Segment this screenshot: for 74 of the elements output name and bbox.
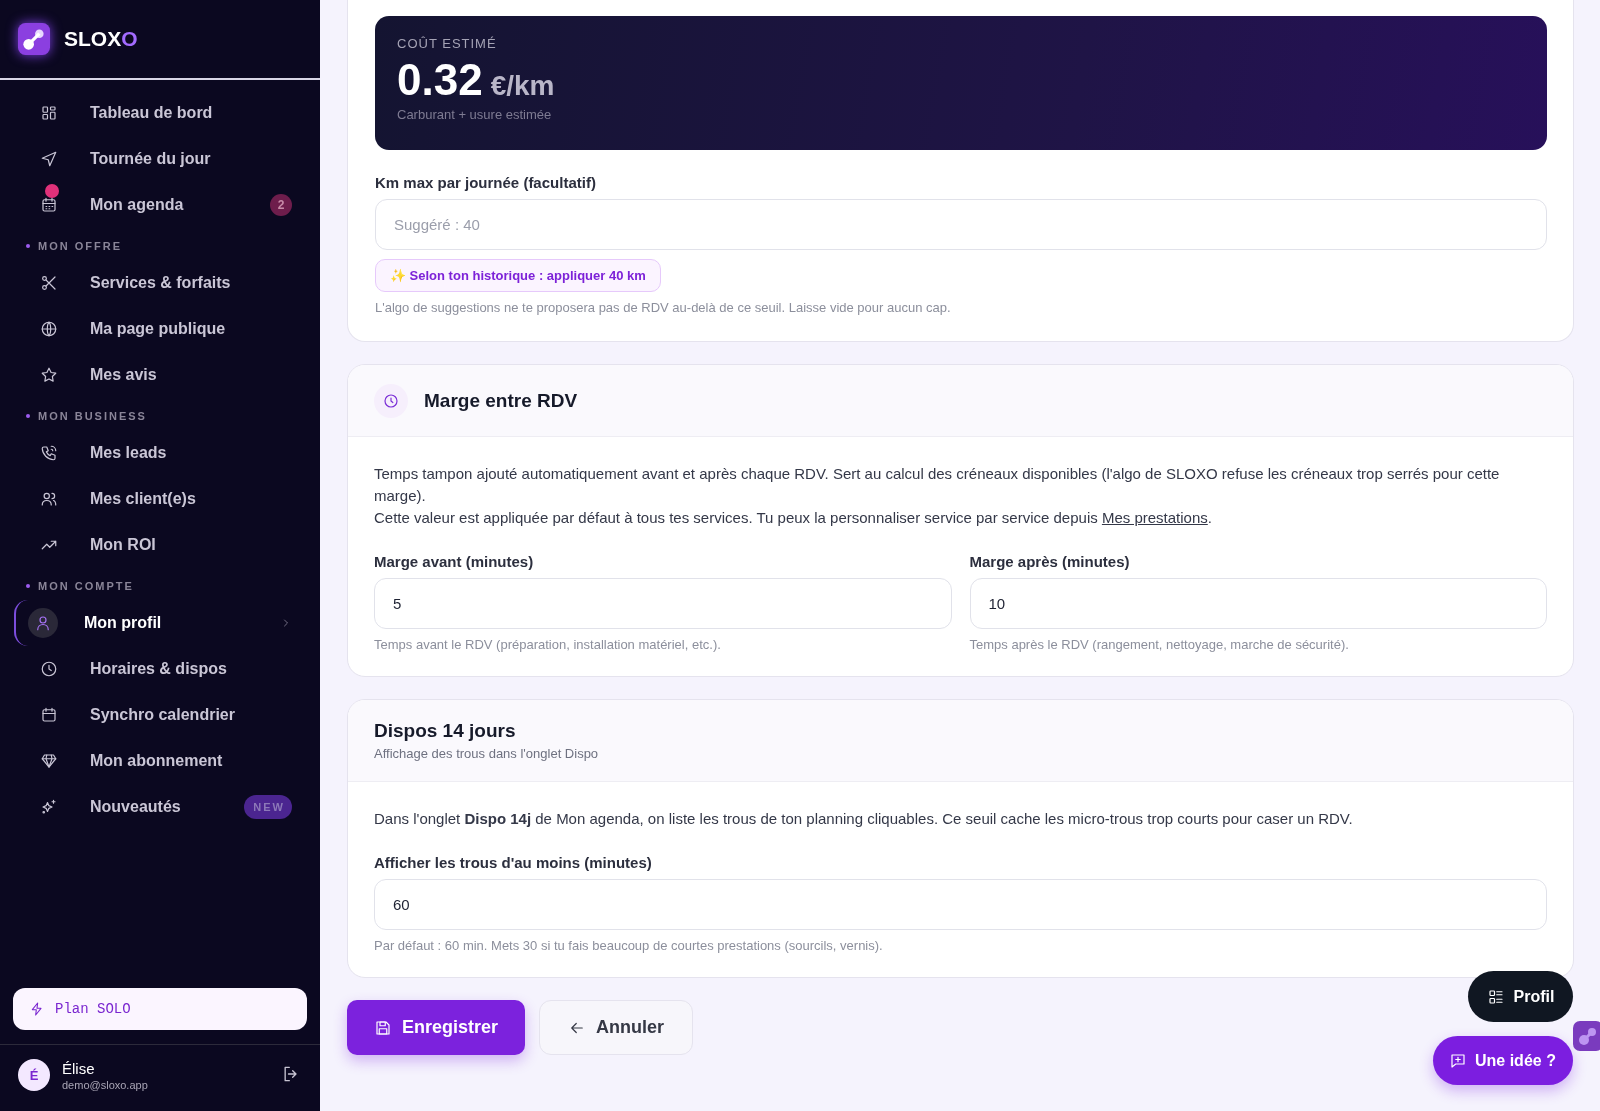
cancel-button[interactable]: Annuler xyxy=(539,1000,694,1055)
navigation-arrow-icon xyxy=(40,150,58,168)
field-label: Marge après (minutes) xyxy=(969,553,1131,570)
sidebar-item[interactable]: Horaires & dispos xyxy=(14,646,306,692)
bullet-dot xyxy=(26,244,30,248)
description-text: Dans l'onglet Dispo 14j de Mon agenda, on liste les trous de ton planning cliquables. Ce seuil cache les micro-trous trop courts pour caser un RDV. xyxy=(374,809,1354,829)
scissors-icon xyxy=(40,274,58,292)
clock-icon xyxy=(382,391,400,410)
globe-icon xyxy=(40,320,58,338)
logo-icon[interactable] xyxy=(1573,1021,1600,1051)
sidebar-item[interactable]: Mon agenda 2 xyxy=(14,182,306,228)
star-icon xyxy=(40,366,58,384)
help-text: Temps après le RDV (rangement, nettoyage, marche de sécurité). xyxy=(969,637,1350,652)
sidebar-item[interactable]: Mes avis xyxy=(14,352,306,398)
section-title: Marge entre RDV xyxy=(424,389,578,412)
link[interactable]: Mes prestations xyxy=(1101,509,1208,526)
description-text: Temps tampon ajouté automatiquement avant et après chaque RDV. Sert au calcul des créneaux disponibles (l'algo de SLOXO refuse les créneaux trop serrés pour cette marge). xyxy=(374,464,1501,506)
idea-button[interactable]: Une idée ? xyxy=(1433,1036,1573,1085)
sidebar-item[interactable]: Tournée du jour xyxy=(14,136,306,182)
cost-caption: Carburant + usure estimée xyxy=(397,107,553,122)
input-field[interactable]: 5 xyxy=(374,578,952,629)
input-field[interactable]: Suggéré : 40 xyxy=(375,199,1547,250)
bullet-dot xyxy=(26,414,30,418)
sidebar-item[interactable]: Tableau de bord xyxy=(14,90,306,136)
user-name: Élise xyxy=(62,1059,96,1077)
section-heading: MON OFFRE xyxy=(38,240,122,252)
help-text: Par défaut : 60 min. Mets 30 si tu fais beaucoup de courtes prestations (sourcils, vernis). xyxy=(374,938,884,953)
sparkles-icon xyxy=(40,798,58,816)
cost-value: 0.32 xyxy=(397,55,483,105)
sidebar-item[interactable]: Ma page publique xyxy=(14,306,306,352)
phone-icon xyxy=(40,444,58,462)
cost-label: COÛT ESTIMÉ xyxy=(397,36,498,51)
sidebar-item[interactable]: Mes leads xyxy=(14,430,306,476)
input-field[interactable]: 60 xyxy=(374,879,1547,930)
calendar-icon xyxy=(40,196,58,214)
field-label: Afficher les trous d'au moins (minutes) xyxy=(374,854,653,871)
list-icon xyxy=(1486,987,1505,1006)
plan-button[interactable]: Plan SOLO xyxy=(13,988,307,1030)
suggestion-chip[interactable]: ✨ Selon ton historique : appliquer 40 km xyxy=(375,259,661,292)
sidebar-item[interactable]: Mon ROI xyxy=(14,522,306,568)
bullet-dot xyxy=(26,584,30,588)
cost-unit: €/km xyxy=(490,70,555,102)
sidebar-item[interactable]: Synchro calendrier xyxy=(14,692,306,738)
grid-icon xyxy=(40,104,58,122)
sidebar-item[interactable]: Mon profil xyxy=(14,600,306,646)
description-text: Cette valeur est appliquée par défaut à tous tes services. Tu peux la personnaliser service par service depuis Mes prestations. xyxy=(374,508,1213,528)
clock-icon xyxy=(40,660,58,678)
users-icon xyxy=(40,490,58,508)
calendar-icon xyxy=(40,706,58,724)
lightning-icon xyxy=(29,1001,45,1017)
user-icon xyxy=(34,614,52,632)
count-badge: 2 xyxy=(270,194,292,216)
sidebar-item[interactable]: Nouveautés NEW xyxy=(14,784,306,830)
section-subtitle: Affichage des trous dans l'onglet Dispo xyxy=(374,746,599,761)
field-label: Km max par journée (facultatif) xyxy=(375,174,597,191)
section-title: Dispos 14 jours xyxy=(374,720,516,742)
diamond-icon xyxy=(40,752,58,770)
message-plus-icon xyxy=(1449,1051,1467,1070)
help-text: Temps avant le RDV (préparation, installation matériel, etc.). xyxy=(374,637,722,652)
user-email: demo@sloxo.app xyxy=(62,1078,149,1091)
new-badge: NEW xyxy=(244,795,292,819)
field-label: Marge avant (minutes) xyxy=(374,553,535,570)
help-text: L'algo de suggestions ne te proposera pas de RDV au-delà de ce seuil. Laisse vide pour aucun cap. xyxy=(375,300,952,315)
section-heading: MON COMPTE xyxy=(38,580,134,592)
profile-button[interactable]: Profil xyxy=(1468,971,1573,1022)
sidebar-item[interactable]: Mon abonnement xyxy=(14,738,306,784)
avatar: É xyxy=(18,1059,50,1091)
brand-name: SLOXO xyxy=(64,27,138,51)
sidebar-item[interactable]: Mes client(e)s xyxy=(14,476,306,522)
logo-icon xyxy=(18,23,50,55)
save-button[interactable]: Enregistrer xyxy=(347,1000,526,1055)
input-field[interactable]: 10 xyxy=(969,578,1547,629)
section-heading: MON BUSINESS xyxy=(38,410,147,422)
sidebar-item[interactable]: Services & forfaits xyxy=(14,260,306,306)
